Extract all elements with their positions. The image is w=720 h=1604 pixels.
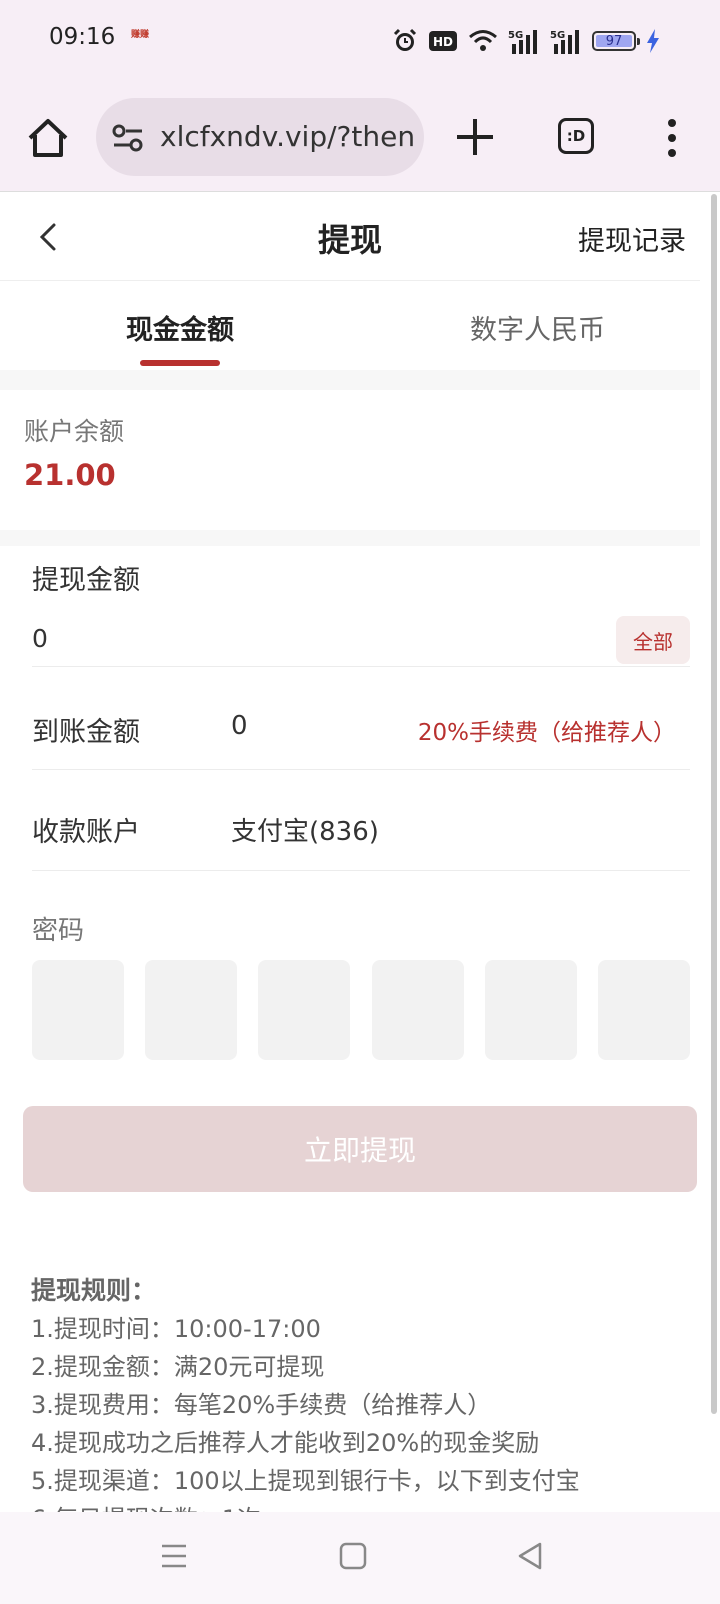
wifi-icon: [469, 30, 497, 51]
app-notification-icon: 赚赚: [131, 30, 150, 40]
rule-item: 2.提现金额：满20元可提现: [31, 1353, 325, 1381]
divider: [32, 666, 690, 667]
svg-text:5G: 5G: [550, 30, 565, 41]
active-tab-indicator: [140, 360, 220, 366]
rules-title: 提现规则：: [31, 1276, 157, 1305]
divider: [32, 870, 690, 871]
password-digit-box[interactable]: [32, 960, 124, 1060]
battery-level: 97: [605, 33, 623, 49]
site-settings-icon[interactable]: [112, 124, 144, 152]
svg-text:HD: HD: [433, 35, 453, 49]
battery-icon: 97: [592, 31, 640, 51]
tab-switcher-button[interactable]: :D: [558, 118, 594, 154]
rule-item: 5.提现渠道：100以上提现到银行卡，以下到支付宝: [31, 1467, 580, 1495]
password-digit-box[interactable]: [484, 960, 577, 1060]
home-nav-icon[interactable]: [337, 1540, 369, 1572]
url-text[interactable]: xlcfxndv.vip/?then: [160, 120, 415, 153]
payee-account-value[interactable]: 支付宝(836): [231, 811, 379, 848]
charging-icon: [647, 29, 659, 53]
balance-section: 账户余额 21.00: [0, 390, 700, 530]
signal-5g-icon: 5G: [508, 30, 537, 54]
system-nav-bar: [0, 1512, 720, 1604]
password-input[interactable]: [32, 960, 690, 1060]
withdraw-all-button[interactable]: 全部: [616, 616, 690, 664]
amount-input[interactable]: [32, 618, 552, 658]
tab-cash[interactable]: 现金金额: [126, 308, 234, 347]
section-divider: [0, 370, 700, 390]
tab-bar: 现金金额 数字人民币: [0, 282, 700, 370]
password-digit-box[interactable]: [145, 960, 238, 1060]
received-amount-label: 到账金额: [32, 717, 140, 748]
rule-item: 4.提现成功之后推荐人才能收到20%的现金奖励: [31, 1429, 540, 1457]
hd-icon: HD: [429, 31, 457, 51]
rule-item: 6.每日提现次数：1次: [31, 1500, 691, 1512]
home-icon[interactable]: [26, 116, 70, 160]
status-bar: 09:16 赚赚 HD 5G 5G 97: [0, 0, 720, 84]
balance-amount: 21.00: [24, 458, 116, 492]
withdraw-records-link[interactable]: 提现记录: [578, 219, 686, 258]
more-options-icon[interactable]: [658, 116, 686, 160]
password-label: 密码: [32, 916, 85, 946]
page-header: 提现 提现记录: [0, 193, 700, 281]
page-scrollbar[interactable]: [711, 194, 717, 1414]
rule-item: 3.提现费用：每笔20%手续费（给推荐人）: [31, 1391, 492, 1419]
divider: [32, 769, 690, 770]
status-icons: HD 5G 5G 97: [392, 26, 660, 56]
submit-withdraw-button[interactable]: 立即提现: [23, 1106, 697, 1192]
rule-item: 1.提现时间：10:00-17:00: [31, 1315, 321, 1343]
alarm-icon: [393, 28, 417, 51]
new-tab-icon[interactable]: [452, 114, 498, 160]
password-digit-box[interactable]: [258, 960, 351, 1060]
payee-account-label: 收款账户: [32, 817, 140, 848]
received-amount-value: 0: [231, 711, 248, 741]
tab-digital-rmb[interactable]: 数字人民币: [470, 308, 605, 347]
withdraw-rules: 提现规则： 1.提现时间：10:00-17:00 2.提现金额：满20元可提现 …: [31, 1272, 691, 1512]
svg-text:5G: 5G: [508, 30, 523, 41]
browser-toolbar: xlcfxndv.vip/?then :D: [0, 84, 720, 192]
status-time: 09:16: [49, 24, 116, 50]
address-bar[interactable]: xlcfxndv.vip/?then: [96, 98, 424, 176]
balance-label: 账户余额: [24, 417, 125, 446]
recent-apps-icon[interactable]: [158, 1540, 190, 1572]
password-digit-box[interactable]: [597, 960, 690, 1060]
signal-5g-icon: 5G: [550, 30, 579, 54]
back-nav-icon[interactable]: [514, 1540, 546, 1572]
password-digit-box[interactable]: [371, 960, 464, 1060]
section-divider: [0, 530, 700, 546]
fee-note: 20%手续费（给推荐人）: [417, 720, 676, 746]
amount-label: 提现金额: [32, 565, 140, 596]
